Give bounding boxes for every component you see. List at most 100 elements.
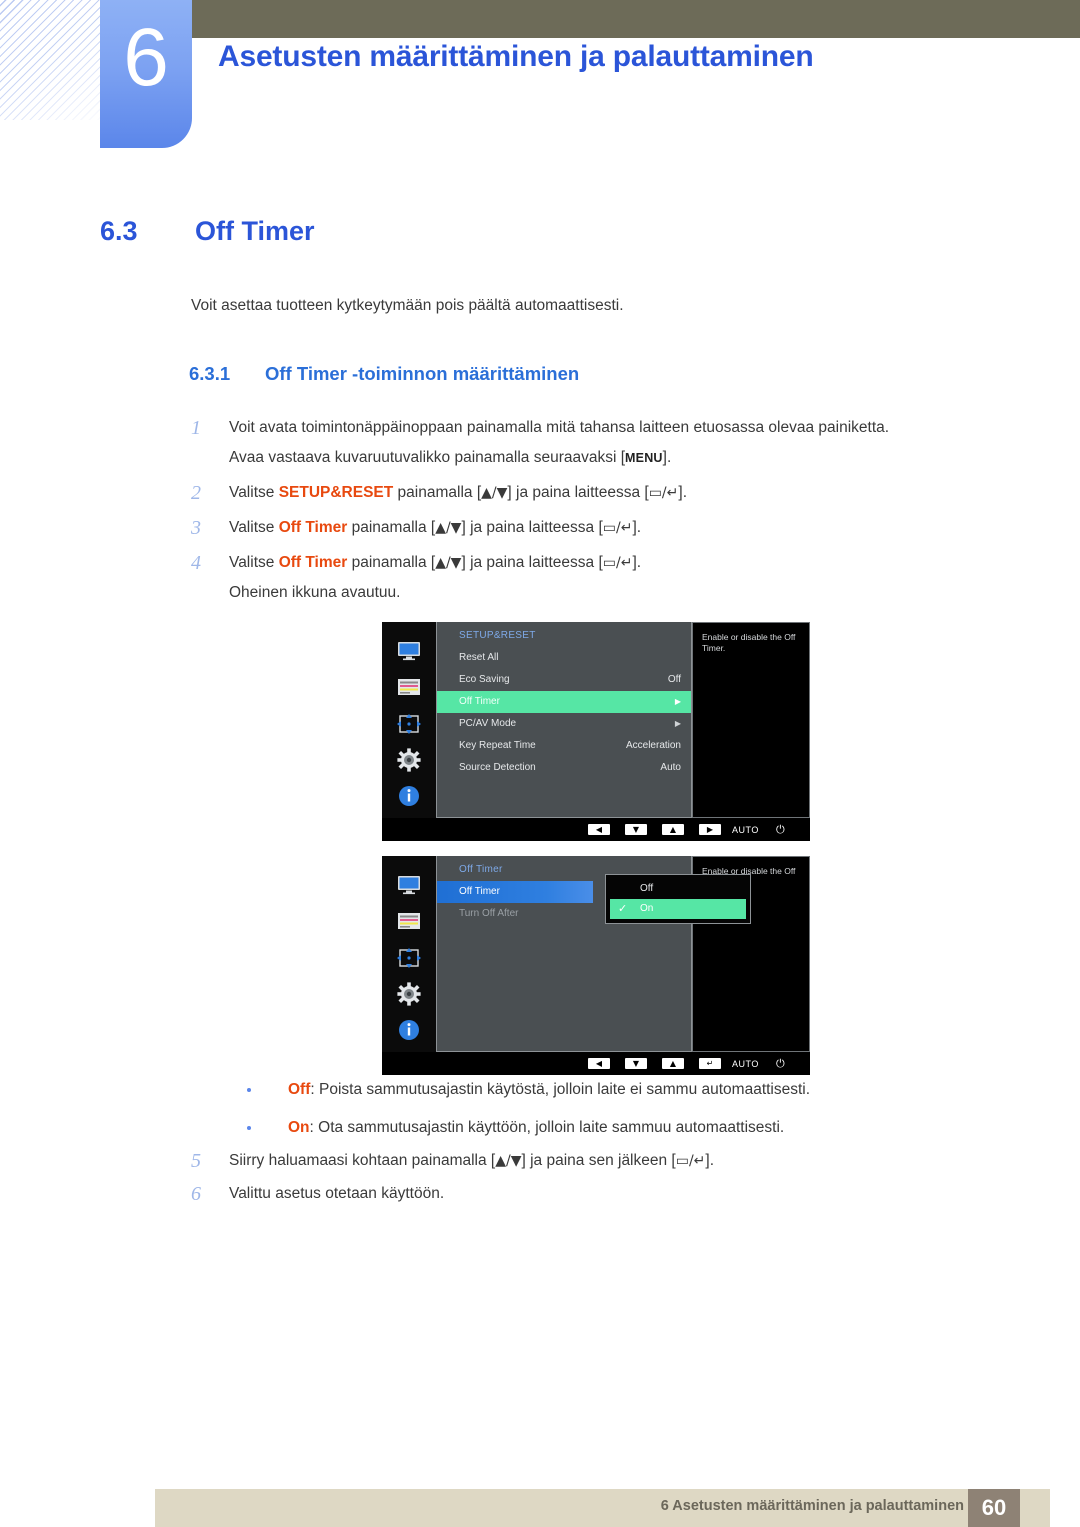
list-item: 6 Valittu asetus otetaan käyttöön. [191, 1179, 1021, 1209]
step-note: Oheinen ikkuna avautuu. [229, 584, 401, 601]
list-item: Off: Poista sammutusajastin käytöstä, jo… [243, 1075, 1033, 1105]
arrow-keys-glyph: ▲/▼ [435, 555, 462, 571]
osd-menu-title: SETUP&RESET [459, 630, 536, 641]
osd-item-value: Acceleration [625, 740, 681, 751]
section-title: Off Timer [195, 216, 315, 246]
list-item: 3 Valitse Off Timer painamalla [▲/▼] ja … [191, 513, 1021, 543]
osd-down-button[interactable]: ▼ [625, 824, 647, 835]
osd-item-label: Off Timer [459, 886, 500, 897]
osd-menu-item-off-timer[interactable]: Off Timer [437, 881, 593, 903]
info-icon [394, 782, 424, 811]
chevron-right-icon: ▶ [674, 719, 681, 728]
step-text: Valitse [229, 554, 279, 571]
step-text: Voit avata toimintonäppäinoppaan painama… [229, 419, 890, 436]
step-number: 2 [191, 482, 201, 504]
bullet-text: : Poista sammutusajastin käytöstä, jollo… [310, 1081, 811, 1098]
osd-left-button[interactable]: ◀ [588, 1058, 610, 1069]
bullet-text: : Ota sammutusajastin käyttöön, jolloin … [309, 1119, 785, 1136]
osd-enter-button[interactable]: ↵ [699, 1058, 721, 1069]
dropdown-option-label: Off [640, 883, 654, 894]
off-timer-dropdown[interactable]: Off ✓ On [605, 874, 751, 924]
osd-auto-button[interactable]: AUTO [732, 825, 759, 835]
steps-list: 1 Voit avata toimintonäppäinoppaan paina… [191, 413, 1021, 613]
osd-item-value: Auto [660, 762, 681, 773]
enter-key-glyph: ▭/↵ [675, 1153, 706, 1169]
step-text: painamalla [ [347, 519, 436, 536]
osd-right-button[interactable]: ▶ [699, 824, 721, 835]
osd-item-label: Reset All [459, 652, 499, 663]
step-text: painamalla [ [347, 554, 436, 571]
step-text: Valittu asetus otetaan käyttöön. [229, 1185, 445, 1202]
chapter-title: Asetusten määrittäminen ja palauttaminen [218, 40, 814, 73]
osd-left-button[interactable]: ◀ [588, 824, 610, 835]
enter-key-glyph: ▭/↵ [648, 485, 679, 501]
four-way-arrow-icon [394, 709, 424, 738]
osd-menu-item-off-timer[interactable]: Off Timer ▶ [437, 691, 691, 713]
osd-screenshot-setup-reset: SETUP&RESET Reset All Eco Saving Off Off… [382, 622, 810, 841]
section-intro-text: Voit asettaa tuotteen kytkeytymään pois … [191, 297, 624, 314]
highlighted-term: Off Timer [278, 554, 348, 571]
osd-auto-button[interactable]: AUTO [732, 1059, 759, 1069]
step-text: ] ja paina laitteessa [ [507, 484, 649, 501]
step-text: Siirry haluamaasi kohtaan painamalla [ [229, 1152, 496, 1169]
step-number: 6 [191, 1183, 201, 1205]
gear-icon [394, 745, 424, 774]
step-text: painamalla [ [393, 484, 482, 501]
highlighted-term: On [288, 1119, 310, 1136]
osd-menu-panel: SETUP&RESET Reset All Eco Saving Off Off… [436, 622, 692, 818]
osd-menu-item-pc-av-mode[interactable]: PC/AV Mode ▶ [437, 713, 691, 735]
list-item: 1 Voit avata toimintonäppäinoppaan paina… [191, 413, 1021, 473]
osd-item-label: PC/AV Mode [459, 718, 517, 729]
step-number: 5 [191, 1150, 201, 1172]
highlighted-term: SETUP&RESET [278, 484, 394, 501]
list-item: 5 Siirry haluamaasi kohtaan painamalla [… [191, 1146, 1021, 1176]
chevron-right-icon: ▶ [674, 697, 681, 706]
menu-key-label: MENU [625, 451, 663, 465]
info-icon [394, 1016, 424, 1045]
step-number: 1 [191, 417, 201, 439]
osd-screenshot-off-timer: Off Timer Off Timer Turn Off After Off ✓… [382, 856, 810, 1075]
arrow-keys-glyph: ▲/▼ [495, 1153, 522, 1169]
step-text: Valitse [229, 519, 279, 536]
check-icon: ✓ [618, 902, 628, 915]
osd-menu-item-eco-saving[interactable]: Eco Saving Off [437, 669, 691, 691]
arrow-keys-glyph: ▲/▼ [435, 520, 462, 536]
step-text: ] ja paina sen jälkeen [ [521, 1152, 676, 1169]
gear-icon [394, 979, 424, 1008]
options-bullet-list: Off: Poista sammutusajastin käytöstä, jo… [243, 1075, 1033, 1151]
subsection-title: Off Timer -toiminnon määrittäminen [265, 363, 580, 384]
enter-key-glyph: ▭/↵ [602, 555, 633, 571]
osd-up-button[interactable]: ▲ [662, 1058, 684, 1069]
step-text: ]. [678, 484, 688, 501]
osd-main-area: SETUP&RESET Reset All Eco Saving Off Off… [382, 622, 810, 818]
osd-menu-item-key-repeat-time[interactable]: Key Repeat Time Acceleration [437, 735, 691, 757]
osd-item-label: Source Detection [459, 762, 536, 773]
osd-menu-item-source-detection[interactable]: Source Detection Auto [437, 757, 691, 779]
chapter-tab: 6 [100, 0, 192, 148]
osd-main-area: Off Timer Off Timer Turn Off After Off ✓… [382, 856, 810, 1052]
step-number: 3 [191, 517, 201, 539]
osd-down-button[interactable]: ▼ [625, 1058, 647, 1069]
step-text: Valitse [229, 484, 279, 501]
step-text-continued: Avaa vastaava kuvaruutuvalikko painamall… [229, 449, 626, 466]
chapter-number: 6 [123, 12, 169, 103]
dropdown-option-on[interactable]: ✓ On [610, 899, 746, 919]
picture-bars-icon [394, 906, 424, 935]
step-text: ]. [632, 554, 642, 571]
highlighted-term: Off Timer [278, 519, 348, 536]
footer-chapter-text: 6 Asetusten määrittäminen ja palauttamin… [660, 1498, 964, 1514]
four-way-arrow-icon [394, 943, 424, 972]
power-icon[interactable]: ⏻ [776, 1057, 785, 1071]
dropdown-option-label: On [640, 903, 654, 914]
steps-list-continued: 5 Siirry haluamaasi kohtaan painamalla [… [191, 1146, 1021, 1212]
step-text: ] ja paina laitteessa [ [461, 554, 603, 571]
step-text: ]. [705, 1152, 715, 1169]
page-title: 6.3 Off Timer [100, 216, 315, 247]
picture-bars-icon [394, 672, 424, 701]
step-text-tail: ]. [662, 449, 672, 466]
osd-up-button[interactable]: ▲ [662, 824, 684, 835]
power-icon[interactable]: ⏻ [776, 823, 785, 837]
list-item: 2 Valitse SETUP&RESET painamalla [▲/▼] j… [191, 478, 1021, 508]
dropdown-option-off[interactable]: Off [606, 879, 750, 899]
osd-menu-item-reset-all[interactable]: Reset All [437, 647, 691, 669]
